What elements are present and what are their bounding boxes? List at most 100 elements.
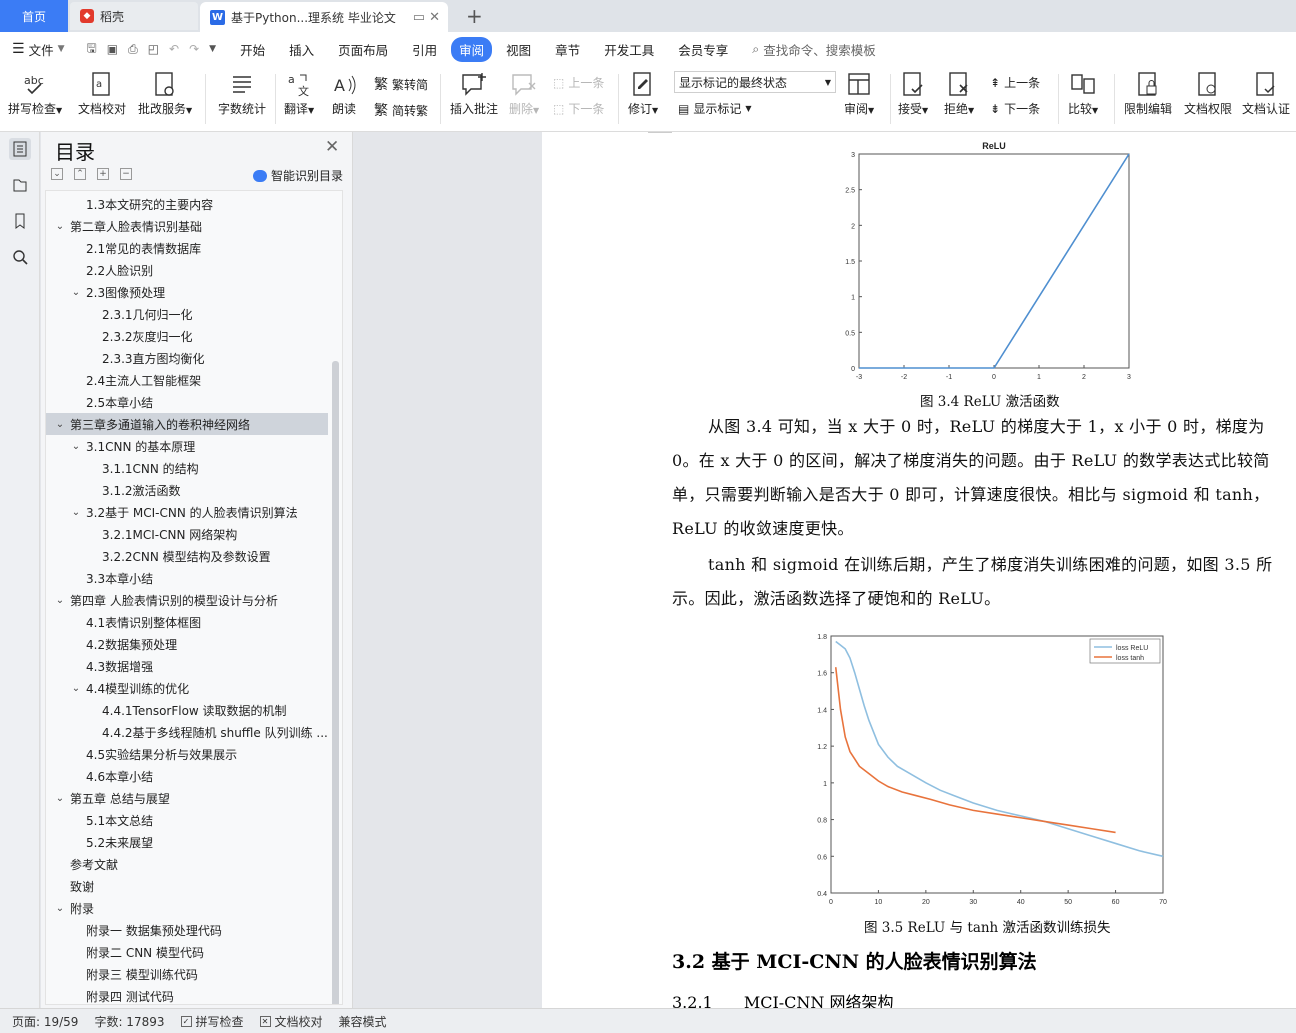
- toc-item[interactable]: 3.2.1MCI-CNN 网络架构: [46, 523, 328, 545]
- close-icon[interactable]: ✕: [325, 137, 339, 157]
- command-search[interactable]: ⌕ 查找命令、搜索模板: [752, 40, 876, 59]
- status-doc-proof[interactable]: ✕ 文档校对: [259, 1013, 323, 1030]
- toc-item[interactable]: 2.3.3直方图均衡化: [46, 347, 328, 369]
- tab-close-icon[interactable]: ✕: [429, 10, 440, 25]
- chapter-nav-icon[interactable]: [9, 174, 31, 196]
- toc-item[interactable]: ⌄ 4.4模型训练的优化: [46, 677, 328, 699]
- toc-nav-icon[interactable]: [9, 138, 31, 160]
- toc-item[interactable]: 致谢: [46, 875, 328, 897]
- expand-up-icon[interactable]: ⌃: [74, 168, 86, 180]
- toc-item[interactable]: 参考文献: [46, 853, 328, 875]
- print-preview-icon[interactable]: ◰: [148, 42, 159, 56]
- spell-check-button[interactable]: abc 拼写检查▼: [8, 70, 62, 117]
- search-icon[interactable]: [9, 246, 31, 268]
- toc-scrollbar[interactable]: [332, 361, 339, 1004]
- doc-proof-button[interactable]: a 文档校对: [78, 70, 126, 117]
- chevron-down-icon[interactable]: ⌄: [70, 507, 82, 518]
- chevron-down-icon[interactable]: ⌄: [70, 287, 82, 298]
- toc-item[interactable]: 2.4主流人工智能框架: [46, 369, 328, 391]
- collapse-all-icon[interactable]: ⌄: [51, 168, 63, 180]
- batch-service-button[interactable]: 批改服务▼: [138, 70, 192, 117]
- tab-document[interactable]: W 基于Python...理系统 毕业论文 ▭ ✕: [200, 2, 448, 32]
- prev-change-button[interactable]: ⇞ 上一条: [990, 74, 1040, 91]
- toc-item[interactable]: 4.2数据集预处理: [46, 633, 328, 655]
- print-icon[interactable]: ⎙: [128, 42, 138, 57]
- smart-toc-button[interactable]: 智能识别目录: [253, 167, 343, 184]
- menu-item[interactable]: 引用: [402, 37, 447, 62]
- toc-item[interactable]: 4.1表情识别整体框图: [46, 611, 328, 633]
- new-tab-button[interactable]: +: [456, 2, 483, 30]
- menu-item[interactable]: 审阅: [451, 36, 493, 62]
- toc-item[interactable]: ⌄ 2.3图像预处理: [46, 281, 328, 303]
- menu-item[interactable]: 页面布局: [328, 37, 398, 62]
- word-count-button[interactable]: 字数统计: [218, 70, 266, 117]
- next-comment-button[interactable]: ⬚ 下一条: [553, 100, 604, 117]
- read-aloud-button[interactable]: A 朗读: [330, 70, 358, 117]
- chevron-down-icon[interactable]: ⌄: [70, 683, 82, 694]
- reject-button[interactable]: 拒绝▼: [944, 70, 974, 117]
- menu-item[interactable]: 开发工具: [594, 37, 664, 62]
- toc-item[interactable]: ⌄ 3.2基于 MCI-CNN 的人脸表情识别算法: [46, 501, 328, 523]
- toc-item[interactable]: 3.1.2激活函数: [46, 479, 328, 501]
- word-count-indicator[interactable]: 字数: 17893: [94, 1013, 164, 1030]
- toc-item[interactable]: ⌄ 第二章人脸表情识别基础: [46, 215, 328, 237]
- status-spell-check[interactable]: ✓ 拼写检查: [180, 1013, 244, 1030]
- toc-item[interactable]: ⌄ 第三章多通道输入的卷积神经网络: [46, 413, 328, 435]
- chevron-down-icon[interactable]: ⌄: [54, 793, 66, 804]
- to-traditional-button[interactable]: 繁繁转简: [374, 74, 428, 94]
- toc-item[interactable]: 2.1常见的表情数据库: [46, 237, 328, 259]
- chevron-down-icon[interactable]: ⌄: [54, 903, 66, 914]
- insert-comment-button[interactable]: 插入批注: [450, 70, 498, 117]
- export-pdf-icon[interactable]: ▣: [107, 42, 118, 56]
- toc-item[interactable]: ⌄ 3.1CNN 的基本原理: [46, 435, 328, 457]
- toc-item[interactable]: ⌄ 附录: [46, 897, 328, 919]
- toc-item[interactable]: 附录二 CNN 模型代码: [46, 941, 328, 963]
- delete-comment-button[interactable]: 删除▼: [509, 70, 539, 117]
- toc-item[interactable]: 2.5本章小结: [46, 391, 328, 413]
- show-markup-button[interactable]: ▤ 显示标记 ▼: [678, 100, 752, 117]
- page-indicator[interactable]: 页面: 19/59: [12, 1013, 78, 1030]
- tab-daoke[interactable]: ◆ 稻壳: [70, 2, 198, 30]
- toc-item[interactable]: ⌄ 第五章 总结与展望: [46, 787, 328, 809]
- restrict-edit-button[interactable]: 限制编辑: [1124, 70, 1172, 117]
- toc-item[interactable]: 3.2.2CNN 模型结构及参数设置: [46, 545, 328, 567]
- compare-button[interactable]: 比较▼: [1068, 70, 1098, 117]
- toc-item[interactable]: 附录一 数据集预处理代码: [46, 919, 328, 941]
- menu-item[interactable]: 视图: [496, 37, 541, 62]
- prev-comment-button[interactable]: ⬚ 上一条: [553, 74, 604, 91]
- revise-button[interactable]: 修订▼: [628, 70, 658, 117]
- toc-item[interactable]: 3.1.1CNN 的结构: [46, 457, 328, 479]
- doc-cert-button[interactable]: 文档认证: [1242, 70, 1290, 117]
- toc-item[interactable]: 4.4.2基于多线程随机 shuffle 队列训练 ...: [46, 721, 328, 743]
- tab-detach-icon[interactable]: ▭: [413, 10, 425, 25]
- chevron-down-icon[interactable]: ⌄: [54, 419, 66, 430]
- toc-item[interactable]: 1.3本文研究的主要内容: [46, 193, 328, 215]
- toc-item[interactable]: 附录三 模型训练代码: [46, 963, 328, 985]
- doc-permission-button[interactable]: 文档权限: [1184, 70, 1232, 117]
- markup-state-select[interactable]: 显示标记的最终状态 ▼: [674, 71, 836, 93]
- redo-icon[interactable]: ↷: [189, 42, 199, 56]
- toc-item[interactable]: 5.2未来展望: [46, 831, 328, 853]
- toc-item[interactable]: 4.4.1TensorFlow 读取数据的机制: [46, 699, 328, 721]
- toc-item[interactable]: 2.2人脸识别: [46, 259, 328, 281]
- menu-item[interactable]: 会员专享: [668, 37, 738, 62]
- to-simplified-button[interactable]: 繁简转繁: [374, 100, 428, 120]
- menu-item[interactable]: 开始: [230, 37, 275, 62]
- toc-item[interactable]: 2.3.1几何归一化: [46, 303, 328, 325]
- bookmark-icon[interactable]: [9, 210, 31, 232]
- remove-heading-icon[interactable]: −: [120, 168, 132, 180]
- chevron-down-icon[interactable]: ⌄: [54, 221, 66, 232]
- toc-item[interactable]: 3.3本章小结: [46, 567, 328, 589]
- file-menu[interactable]: ☰ 文件 ▼: [2, 37, 75, 62]
- review-pane-button[interactable]: 审阅▼: [844, 70, 874, 117]
- toc-item[interactable]: 2.3.2灰度归一化: [46, 325, 328, 347]
- chevron-down-icon[interactable]: ⌄: [54, 595, 66, 606]
- document-page[interactable]: ReLU -3 -2 -1 0 1 2 3 0 0.5 1 1.5 2 2.5 3 图 3.4 ReLU 激…: [542, 132, 1296, 1008]
- undo-icon[interactable]: ↶: [169, 42, 179, 56]
- toc-item[interactable]: 4.3数据增强: [46, 655, 328, 677]
- customize-icon[interactable]: ▼: [209, 44, 216, 54]
- tab-home[interactable]: 首页: [0, 0, 68, 32]
- toc-item[interactable]: 4.5实验结果分析与效果展示: [46, 743, 328, 765]
- save-icon[interactable]: 🖫: [87, 39, 97, 60]
- chevron-down-icon[interactable]: ⌄: [70, 441, 82, 452]
